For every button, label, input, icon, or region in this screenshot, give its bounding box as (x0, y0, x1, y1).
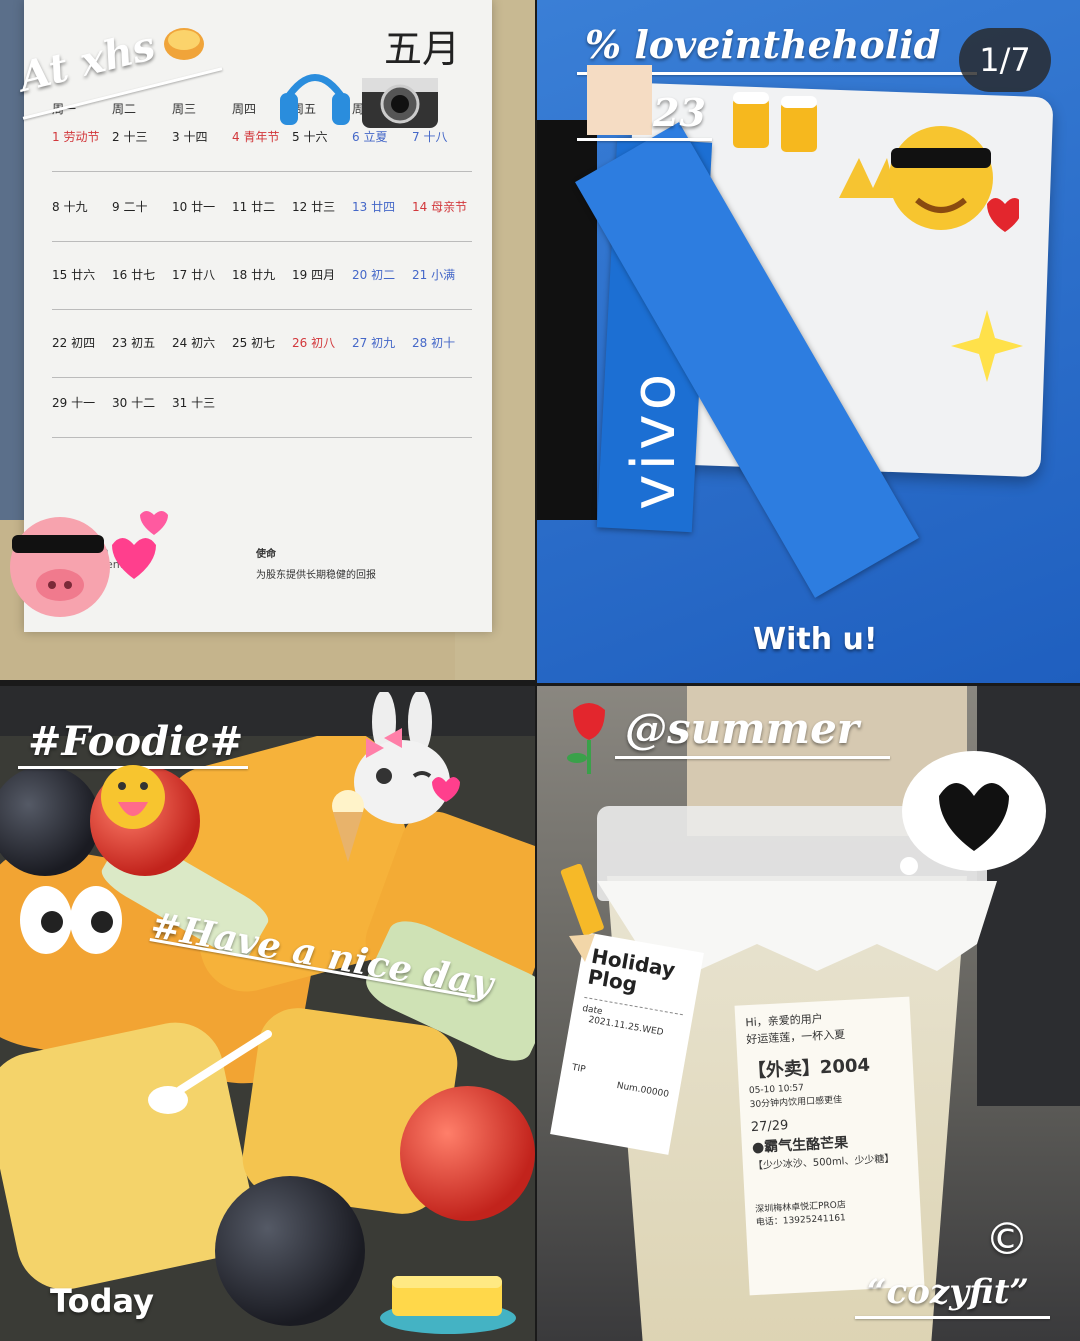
calendar-day: 3 十四 (172, 130, 208, 144)
love-holiday-hashtag: % loveintheholid (585, 22, 941, 67)
calendar-week-row: 15 廿六 16 廿七 17 廿八 18 廿九 19 四月 20 初二 21 小… (52, 266, 472, 310)
calendar-day: 23 初五 (112, 336, 156, 350)
brand-underline (855, 1316, 1050, 1319)
eyes-sticker-icon (20, 886, 122, 954)
bread-sticker-icon (164, 28, 204, 60)
calendar-day: 6 立夏 (352, 130, 388, 144)
cozyfit-brand: “cozyfit” (867, 1272, 1029, 1312)
calendar-day: 7 十八 (412, 130, 448, 144)
copyright-symbol: © (985, 1214, 1029, 1265)
calendar-day: 31 十三 (172, 396, 216, 410)
grape (215, 1176, 365, 1326)
foodie-hashtag: #Foodie# (28, 718, 244, 765)
tulip-sticker-icon (567, 703, 605, 774)
calendar-day: 10 廿一 (172, 200, 216, 214)
calendar-day: 30 十二 (112, 396, 156, 410)
calendar-photo-panel: 五月 周一 周二 周三 周四 周五 周六 周日 1 劳动节 2 十三 3 十四 … (0, 0, 535, 680)
calendar-day: 18 廿九 (232, 268, 276, 282)
pig-sunglasses-sticker-icon (10, 511, 168, 617)
calendar-day: 20 初二 (352, 268, 396, 282)
calendar-day: 11 廿二 (232, 200, 276, 214)
calendar-day: 26 初八 (292, 336, 336, 350)
vivo-lanyard-text: vivo (619, 369, 689, 510)
image-counter: 1/7 (959, 28, 1051, 92)
calendar-day: 9 二十 (112, 200, 148, 214)
summer-mention: @summer (625, 704, 859, 753)
pencil-sticker-icon (560, 864, 604, 962)
calendar-day: 8 十九 (52, 200, 88, 214)
cherry-tomato (400, 1086, 535, 1221)
beer-mugs-sticker-icon (733, 92, 817, 152)
calendar-month: 五月 (384, 27, 461, 71)
weekday: 周三 (172, 102, 197, 116)
blurred-region (587, 65, 652, 135)
calendar-day: 22 初四 (52, 336, 96, 350)
fruit-photo-panel: #Foodie# #Have a nice day Today (0, 686, 535, 1341)
calendar-day: 2 十三 (112, 130, 148, 144)
calendar-week-row: 22 初四 23 初五 24 初六 25 初七 26 初八 27 初九 28 初… (52, 334, 472, 378)
ticket-date: 2021.11.25.WED (587, 1015, 665, 1039)
calendar-day: 29 十一 (52, 396, 96, 410)
calendar-day: 13 廿四 (352, 200, 396, 214)
sparkle-sticker-icon (951, 310, 1023, 382)
spoon-sticker-icon (148, 1030, 272, 1114)
number-underline (577, 138, 712, 141)
calendar-day: 27 初九 (352, 336, 396, 350)
mention-underline (615, 756, 890, 759)
calendar-day: 15 廿六 (52, 268, 96, 282)
footer-text: 为股东提供长期稳健的回报 (256, 570, 376, 581)
with-u-caption: With u! (753, 622, 878, 657)
footer-title: 使命 (256, 549, 276, 560)
cool-face-sticker-icon (839, 126, 1019, 232)
calendar-day: 17 廿八 (172, 268, 216, 282)
calendar-day: 14 母亲节 (412, 200, 468, 214)
calendar-day: 19 四月 (292, 268, 336, 282)
calendar-day: 25 初七 (232, 336, 276, 350)
photo-collage: 五月 周一 周二 周三 周四 周五 周六 周日 1 劳动节 2 十三 3 十四 … (0, 0, 1080, 1341)
calendar-day: 12 廿三 (292, 200, 336, 214)
number-fragment: 23 (653, 90, 706, 135)
calendar-day: 24 初六 (172, 336, 216, 350)
butter-sticker-icon (380, 1276, 516, 1334)
ice-cream-sticker-icon (332, 790, 364, 862)
weekday: 周二 (112, 102, 137, 116)
calendar-week-row: 29 十一 30 十二 31 十三 (52, 394, 472, 438)
cup-label: Hi，亲爱的用户 好运莲莲，一杯入夏 【外卖】2004 05-10 10:57 … (734, 996, 925, 1296)
camera-sticker-icon (362, 78, 438, 128)
tongue-face-sticker-icon (101, 765, 165, 829)
cloud-heart-sticker-icon (900, 751, 1046, 875)
calendar-week-row: 1 劳动节 2 十三 3 十四 4 青年节 5 十六 6 立夏 7 十八 (52, 128, 472, 172)
calendar-week-row: 8 十九 9 二十 10 廿一 11 廿二 12 廿三 13 廿四 14 母亲节 (52, 198, 472, 242)
vivo-photo-panel: vivo % loveintheholid 23 1/7 With u! (537, 0, 1080, 683)
calendar-day: 16 廿七 (112, 268, 156, 282)
today-caption: Today (50, 1282, 154, 1320)
calendar-day: 21 小满 (412, 268, 456, 282)
calendar-day: 1 劳动节 (52, 130, 100, 144)
calendar-footer-right: 使命 为股东提供长期稳健的回报 (256, 545, 376, 581)
ticket-date-row: date 2021.11.25.WED (579, 996, 683, 1041)
headphones-sticker-icon (280, 74, 350, 125)
calendar-day: 28 初十 (412, 336, 456, 350)
drink-photo-panel: Hi，亲爱的用户 好运莲莲，一杯入夏 【外卖】2004 05-10 10:57 … (537, 686, 1080, 1341)
